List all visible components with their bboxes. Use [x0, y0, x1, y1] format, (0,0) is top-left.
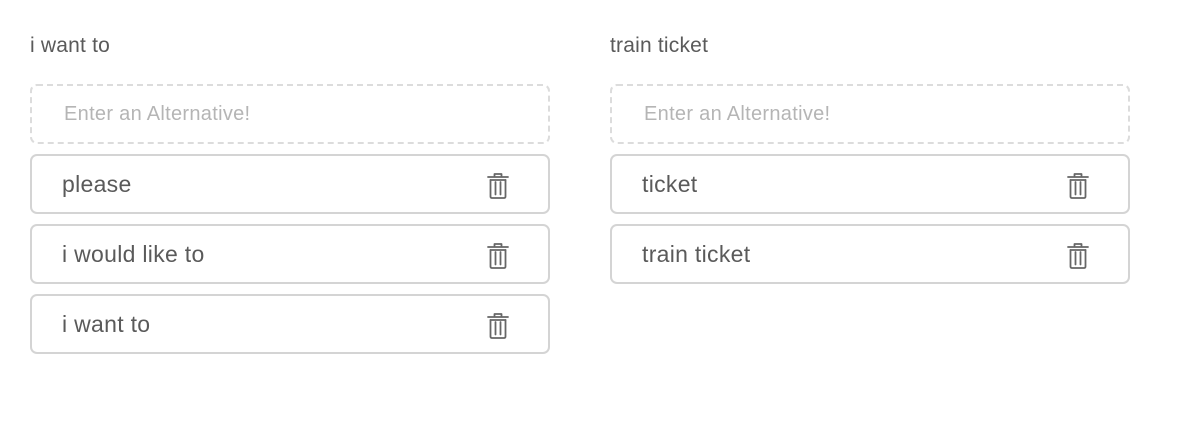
alternative-label: i want to	[62, 311, 151, 337]
group-title: train ticket	[610, 34, 709, 57]
alternative-label: train ticket	[642, 241, 751, 267]
alternative-label: ticket	[642, 171, 698, 197]
alternative-input[interactable]	[610, 84, 1130, 144]
trash-icon	[487, 313, 509, 339]
delete-alternative-button[interactable]	[486, 312, 510, 340]
alternative-item: train ticket	[610, 224, 1130, 284]
trash-icon	[487, 243, 509, 269]
alternative-item: ticket	[610, 154, 1130, 214]
delete-alternative-button[interactable]	[1066, 172, 1090, 200]
alternatives-list: please i would like to i want to	[30, 154, 550, 364]
trash-icon	[1067, 243, 1089, 269]
delete-alternative-button[interactable]	[1066, 242, 1090, 270]
alternative-item: i would like to	[30, 224, 550, 284]
alternative-label: please	[62, 171, 132, 197]
group-title: i want to	[30, 34, 111, 57]
delete-alternative-button[interactable]	[486, 172, 510, 200]
delete-alternative-button[interactable]	[486, 242, 510, 270]
alternative-item: i want to	[30, 294, 550, 354]
alternative-label: i would like to	[62, 241, 205, 267]
alternatives-list: ticket train ticket	[610, 154, 1130, 294]
trash-icon	[1067, 173, 1089, 199]
trash-icon	[487, 173, 509, 199]
alternative-item: please	[30, 154, 550, 214]
alternative-input[interactable]	[30, 84, 550, 144]
